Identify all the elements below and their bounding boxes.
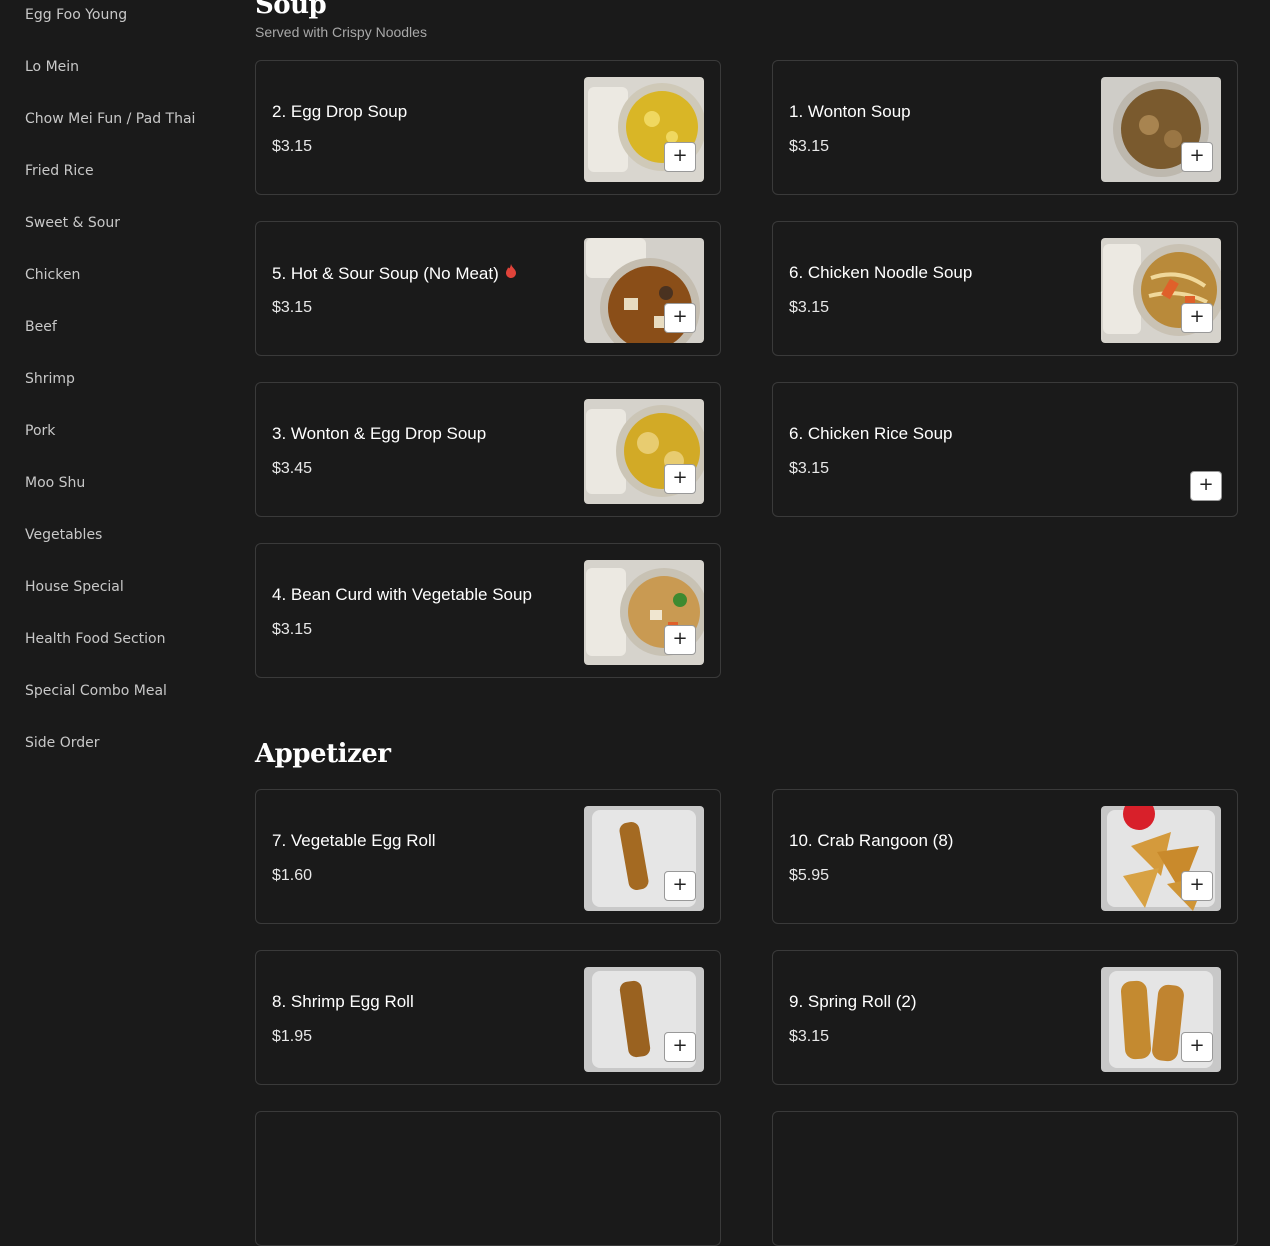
- section-subtitle-soup: Served with Crispy Noodles: [255, 24, 427, 40]
- menu-item-name: 10. Crab Rangoon (8): [789, 831, 954, 850]
- menu-item-name: 7. Vegetable Egg Roll: [272, 831, 436, 850]
- menu-item-name: 6. Chicken Noodle Soup: [789, 263, 973, 282]
- menu-item-price: $3.15: [789, 138, 830, 155]
- menu-item-price: $3.15: [272, 138, 313, 155]
- chicken-noodle-soup-photo: +: [1101, 238, 1221, 343]
- menu-item-card[interactable]: 10. Crab Rangoon (8) $5.95 +: [772, 789, 1238, 924]
- section-title-appetizer: Appetizer: [255, 739, 391, 769]
- menu-item-card[interactable]: 5. Hot & Sour Soup (No Meat) $3.15 +: [255, 221, 721, 356]
- plus-icon: +: [672, 1035, 688, 1056]
- sidebar-item-chow-mei-fun[interactable]: Chow Mei Fun / Pad Thai: [25, 111, 195, 127]
- plus-icon: +: [672, 628, 688, 649]
- menu-item-price: $3.15: [272, 299, 313, 316]
- menu-item-card[interactable]: 1. Wonton Soup $3.15 +: [772, 60, 1238, 195]
- plus-icon: +: [1189, 145, 1205, 166]
- menu-item-card[interactable]: 6. Chicken Noodle Soup $3.15 +: [772, 221, 1238, 356]
- sidebar-item-chicken[interactable]: Chicken: [25, 267, 80, 283]
- add-to-cart-button[interactable]: +: [1190, 471, 1222, 501]
- menu-item-name: 8. Shrimp Egg Roll: [272, 992, 414, 1011]
- menu-item-card[interactable]: [255, 1111, 721, 1246]
- plus-icon: +: [1189, 874, 1205, 895]
- sidebar-item-moo-shu[interactable]: Moo Shu: [25, 475, 85, 491]
- menu-item-name: 3. Wonton & Egg Drop Soup: [272, 424, 487, 443]
- sidebar-item-special-combo[interactable]: Special Combo Meal: [25, 683, 167, 699]
- spring-roll-photo: +: [1101, 967, 1221, 1072]
- menu-item-card[interactable]: 8. Shrimp Egg Roll $1.95 +: [255, 950, 721, 1085]
- menu-item-name: 4. Bean Curd with Vegetable Soup: [272, 585, 532, 604]
- menu-item-price: $3.15: [789, 460, 830, 477]
- sidebar-item-house-special[interactable]: House Special: [25, 579, 124, 595]
- add-to-cart-button[interactable]: +: [664, 142, 696, 172]
- menu-item-card[interactable]: 2. Egg Drop Soup $3.15 +: [255, 60, 721, 195]
- menu-item-name: 5. Hot & Sour Soup (No Meat): [272, 263, 517, 284]
- plus-icon: +: [672, 145, 688, 166]
- add-to-cart-button[interactable]: +: [1181, 142, 1213, 172]
- hot-sour-soup-photo: +: [584, 238, 704, 343]
- sidebar-item-fried-rice[interactable]: Fried Rice: [25, 163, 94, 179]
- add-to-cart-button[interactable]: +: [664, 303, 696, 333]
- sidebar-item-sweet-sour[interactable]: Sweet & Sour: [25, 215, 120, 231]
- sidebar-item-egg-foo-young[interactable]: Egg Foo Young: [25, 7, 127, 23]
- sidebar-item-health-food[interactable]: Health Food Section: [25, 631, 165, 647]
- add-to-cart-button[interactable]: +: [1181, 871, 1213, 901]
- add-to-cart-button[interactable]: +: [1181, 1032, 1213, 1062]
- vegetable-egg-roll-photo: +: [584, 806, 704, 911]
- menu-item-price: $1.95: [272, 1028, 313, 1045]
- plus-icon: +: [1198, 474, 1214, 495]
- spicy-flame-icon: [505, 263, 517, 283]
- plus-icon: +: [672, 874, 688, 895]
- menu-item-name: 2. Egg Drop Soup: [272, 102, 408, 121]
- menu-item-price: $5.95: [789, 867, 830, 884]
- menu-item-card[interactable]: 4. Bean Curd with Vegetable Soup $3.15 +: [255, 543, 721, 678]
- sidebar-item-lo-mein[interactable]: Lo Mein: [25, 59, 79, 75]
- menu-item-card[interactable]: 7. Vegetable Egg Roll $1.60 +: [255, 789, 721, 924]
- add-to-cart-button[interactable]: +: [1181, 303, 1213, 333]
- wonton-egg-drop-soup-photo: +: [584, 399, 704, 504]
- add-to-cart-button[interactable]: +: [664, 871, 696, 901]
- sidebar-item-beef[interactable]: Beef: [25, 319, 57, 335]
- menu-item-card[interactable]: 3. Wonton & Egg Drop Soup $3.45 +: [255, 382, 721, 517]
- menu-item-price: $3.15: [789, 299, 830, 316]
- menu-item-card[interactable]: [772, 1111, 1238, 1246]
- menu-item-price: $3.15: [789, 1028, 830, 1045]
- menu-item-name-text: 5. Hot & Sour Soup (No Meat): [272, 264, 499, 283]
- bean-curd-soup-photo: +: [584, 560, 704, 665]
- sidebar-item-shrimp[interactable]: Shrimp: [25, 371, 75, 387]
- sidebar-item-vegetables[interactable]: Vegetables: [25, 527, 102, 543]
- menu-item-name: 1. Wonton Soup: [789, 102, 911, 121]
- sidebar-item-pork[interactable]: Pork: [25, 423, 55, 439]
- wonton-soup-photo: +: [1101, 77, 1221, 182]
- egg-drop-soup-photo: +: [584, 77, 704, 182]
- shrimp-egg-roll-photo: +: [584, 967, 704, 1072]
- add-to-cart-button[interactable]: +: [664, 1032, 696, 1062]
- plus-icon: +: [672, 306, 688, 327]
- menu-item-price: $1.60: [272, 867, 313, 884]
- plus-icon: +: [672, 467, 688, 488]
- section-title-soup: Soup: [255, 0, 327, 20]
- plus-icon: +: [1189, 306, 1205, 327]
- add-to-cart-button[interactable]: +: [664, 625, 696, 655]
- menu-item-card[interactable]: 9. Spring Roll (2) $3.15 +: [772, 950, 1238, 1085]
- add-to-cart-button[interactable]: +: [664, 464, 696, 494]
- sidebar-item-side-order[interactable]: Side Order: [25, 735, 100, 751]
- menu-item-card[interactable]: 6. Chicken Rice Soup $3.15 +: [772, 382, 1238, 517]
- menu-item-price: $3.45: [272, 460, 313, 477]
- menu-item-price: $3.15: [272, 621, 313, 638]
- menu-item-name: 6. Chicken Rice Soup: [789, 424, 953, 443]
- plus-icon: +: [1189, 1035, 1205, 1056]
- crab-rangoon-photo: +: [1101, 806, 1221, 911]
- menu-item-name: 9. Spring Roll (2): [789, 992, 917, 1011]
